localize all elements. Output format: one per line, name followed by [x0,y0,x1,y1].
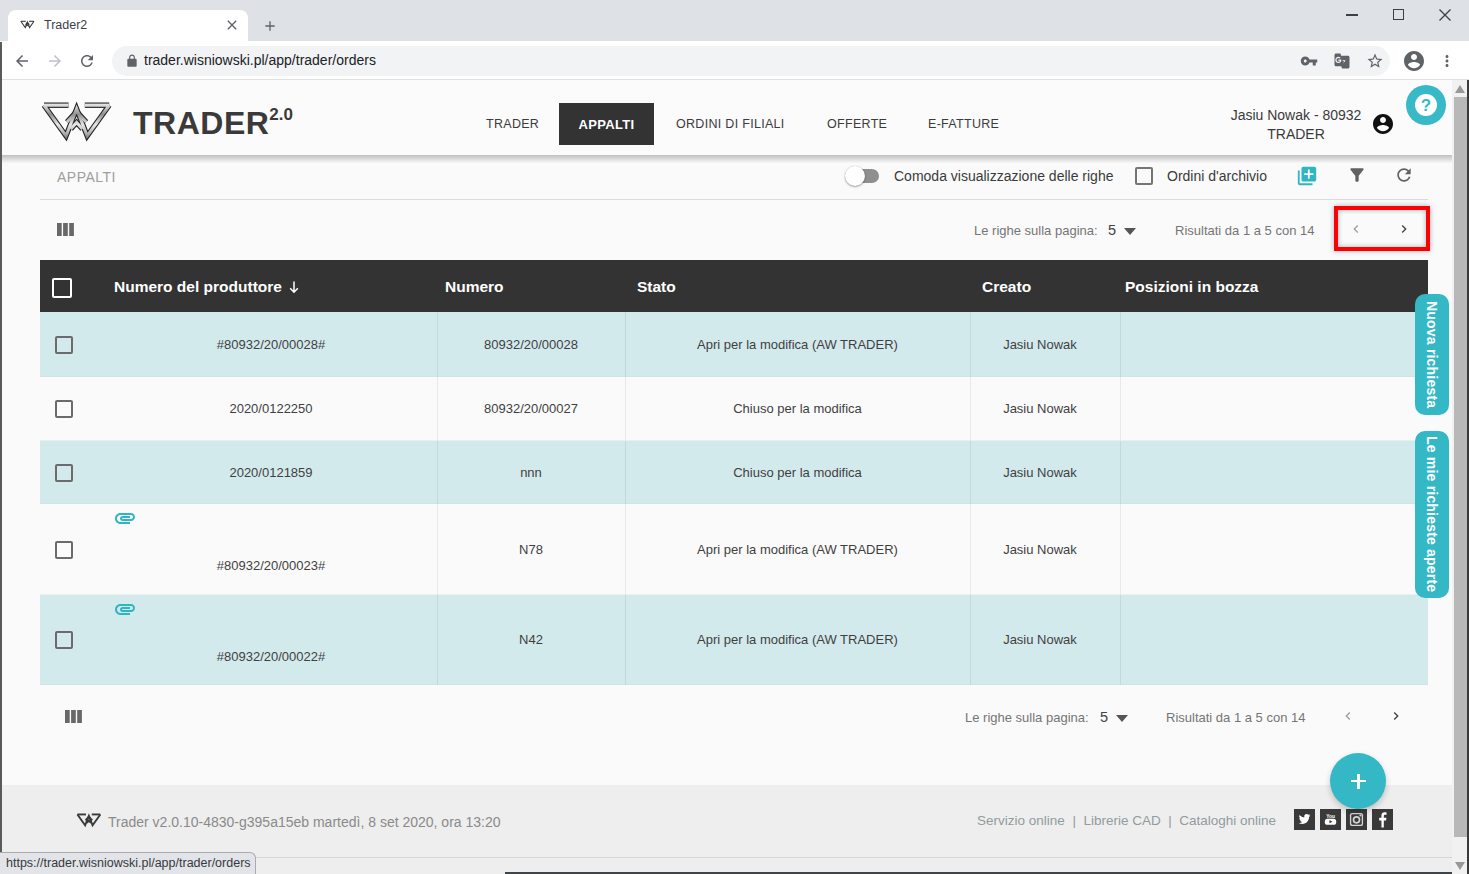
svg-text:You: You [1326,814,1335,819]
